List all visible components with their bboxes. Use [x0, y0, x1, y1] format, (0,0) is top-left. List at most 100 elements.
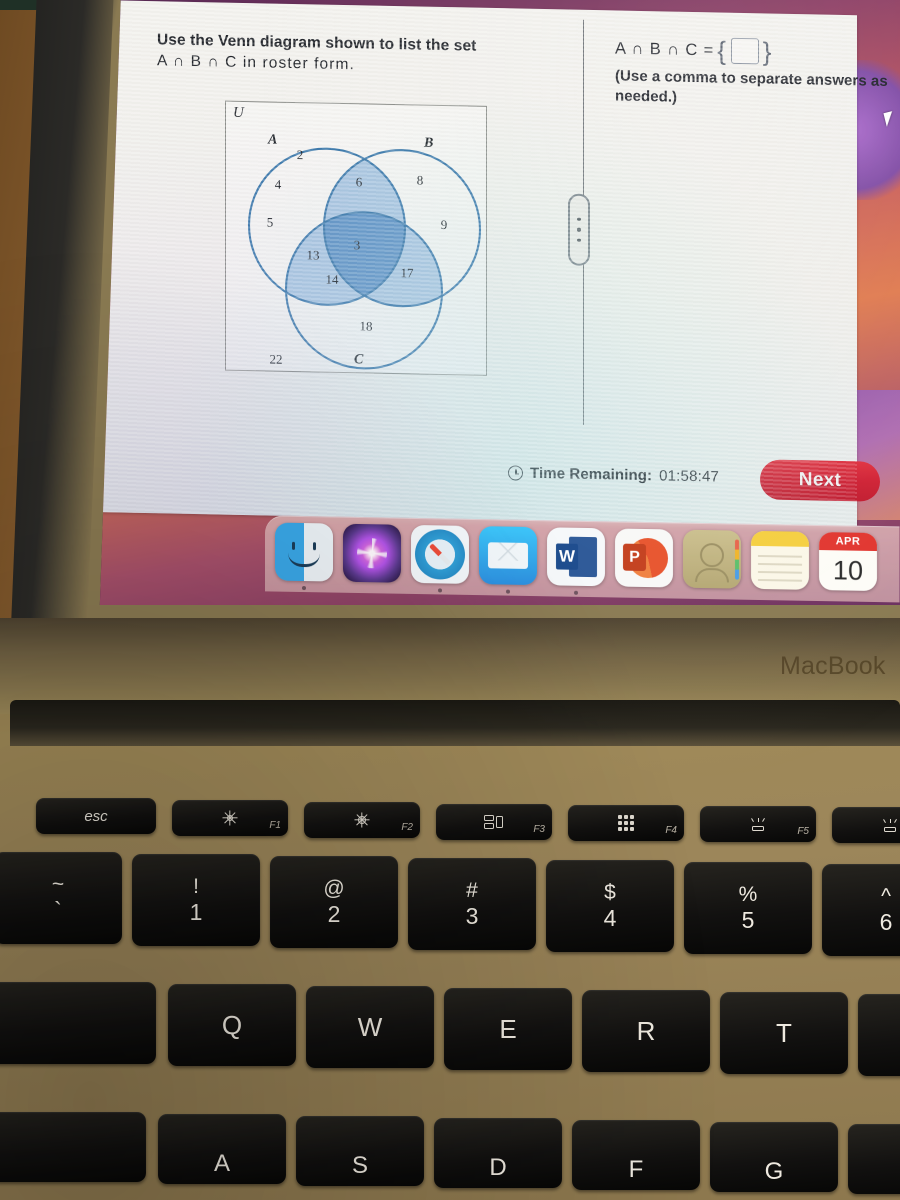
key-e-label: E: [499, 1013, 517, 1044]
key-5-upper: %: [738, 883, 758, 906]
key-esc-label: esc: [84, 807, 108, 825]
key-6-lower: 6: [879, 909, 893, 935]
panel-resize-handle[interactable]: [568, 193, 590, 266]
macos-dock: W P APR 10: [265, 515, 900, 605]
launchpad-icon: [617, 814, 635, 832]
key-f6[interactable]: [832, 807, 900, 843]
key-4-upper: $: [604, 881, 616, 904]
next-button[interactable]: Next: [760, 459, 880, 502]
key-g[interactable]: G: [710, 1122, 838, 1192]
running-indicator: [506, 589, 510, 594]
key-4[interactable]: $ 4: [546, 860, 674, 952]
key-s[interactable]: S: [296, 1116, 424, 1186]
key-r[interactable]: R: [582, 990, 710, 1072]
dock-item-powerpoint[interactable]: P: [615, 528, 673, 588]
calendar-icon: APR 10: [819, 532, 877, 592]
answer-input[interactable]: [730, 37, 759, 65]
key-f3-label: F3: [533, 824, 545, 835]
key-2-lower: 2: [327, 901, 341, 927]
key-a[interactable]: A: [158, 1114, 286, 1184]
key-f4[interactable]: F4: [568, 805, 684, 841]
clock-icon: [508, 465, 523, 481]
key-w[interactable]: W: [306, 986, 434, 1068]
finder-icon: [275, 522, 333, 582]
venn-value: 14: [325, 271, 339, 287]
key-t[interactable]: T: [720, 992, 848, 1074]
key-y[interactable]: [858, 994, 900, 1076]
dock-item-safari[interactable]: [411, 524, 469, 593]
key-2[interactable]: @ 2: [270, 856, 398, 948]
answer-hint: (Use a comma to separate answers as need…: [615, 67, 888, 106]
close-brace: }: [762, 35, 773, 67]
key-4-lower: 4: [603, 905, 617, 931]
key-5[interactable]: % 5: [684, 862, 812, 954]
brightness-down-icon: [222, 810, 238, 826]
answer-equation: A ∩ B ∩ C = { }: [615, 35, 900, 68]
key-e[interactable]: E: [444, 988, 572, 1070]
dock-item-contacts[interactable]: [683, 529, 741, 589]
calendar-day: 10: [832, 554, 864, 586]
powerpoint-icon: P: [615, 528, 673, 588]
key-tab[interactable]: [0, 982, 156, 1064]
brightness-up-icon: [354, 812, 370, 828]
word-letter: W: [556, 543, 578, 570]
key-s-label: S: [351, 1152, 368, 1179]
key-f1[interactable]: F1: [172, 800, 288, 836]
answer-equation-label: A ∩ B ∩ C =: [615, 38, 715, 59]
key-f[interactable]: F: [572, 1120, 700, 1190]
venn-value: 5: [266, 214, 274, 230]
quiz-content: Use the Venn diagram shown to list the s…: [100, 0, 888, 527]
laptop-screen: Use the Venn diagram shown to list the s…: [99, 0, 900, 605]
key-esc[interactable]: esc: [36, 798, 156, 834]
venn-value: 3: [353, 237, 361, 253]
venn-diagram: U A B C 2 4 5 6 8 9 3 13 14 17 18 22: [225, 100, 487, 376]
key-q[interactable]: Q: [168, 984, 296, 1066]
timer-label: Time Remaining:: [530, 464, 653, 485]
venn-label-c: C: [354, 352, 364, 368]
key-3-lower: 3: [465, 903, 479, 929]
quiz-window: Use the Venn diagram shown to list the s…: [99, 0, 888, 528]
venn-label-a: A: [268, 132, 278, 148]
key-t-label: T: [776, 1017, 792, 1048]
venn-value: 9: [440, 216, 448, 233]
key-backtick[interactable]: ~ `: [0, 852, 122, 944]
key-backtick-upper: ~: [51, 873, 65, 896]
key-5-lower: 5: [741, 907, 755, 933]
siri-icon: [343, 523, 401, 583]
key-f1-label: F1: [269, 820, 281, 831]
screenshot-root: Use the Venn diagram shown to list the s…: [0, 0, 900, 1200]
time-remaining: Time Remaining: 01:58:47: [508, 464, 719, 486]
dock-item-calendar[interactable]: APR 10: [819, 532, 877, 592]
handle-dot: [577, 227, 581, 232]
dock-item-notes[interactable]: [751, 530, 809, 590]
dock-item-mail[interactable]: [479, 526, 537, 594]
key-3[interactable]: # 3: [408, 858, 536, 950]
key-w-label: W: [357, 1011, 383, 1042]
venn-value: 17: [400, 265, 414, 281]
key-f-label: F: [628, 1156, 644, 1183]
running-indicator: [302, 586, 306, 591]
key-f3[interactable]: F3: [436, 804, 552, 840]
key-f5[interactable]: F5: [700, 806, 816, 842]
mail-icon: [479, 526, 537, 586]
venn-value: 4: [274, 176, 282, 192]
key-d[interactable]: D: [434, 1118, 562, 1188]
key-f2[interactable]: F2: [304, 802, 420, 838]
dock-item-siri[interactable]: [343, 523, 401, 583]
key-capslock[interactable]: [0, 1112, 146, 1182]
key-1[interactable]: ! 1: [132, 854, 260, 946]
key-f2-label: F2: [401, 822, 413, 833]
key-g-label: G: [764, 1158, 784, 1185]
dock-item-word[interactable]: W: [547, 527, 605, 595]
notes-icon: [751, 530, 809, 590]
key-d-label: D: [489, 1154, 507, 1181]
key-1-lower: 1: [189, 899, 203, 925]
dock-item-finder[interactable]: [275, 522, 333, 591]
key-f4-label: F4: [665, 825, 677, 836]
key-h[interactable]: [848, 1124, 900, 1194]
venn-value: 22: [269, 351, 283, 367]
venn-value: 13: [306, 247, 320, 263]
keyboard-backlight-up-icon: [881, 818, 899, 832]
macbook-brand-text: MacBook: [780, 652, 886, 680]
key-6[interactable]: ^ 6: [822, 864, 900, 956]
